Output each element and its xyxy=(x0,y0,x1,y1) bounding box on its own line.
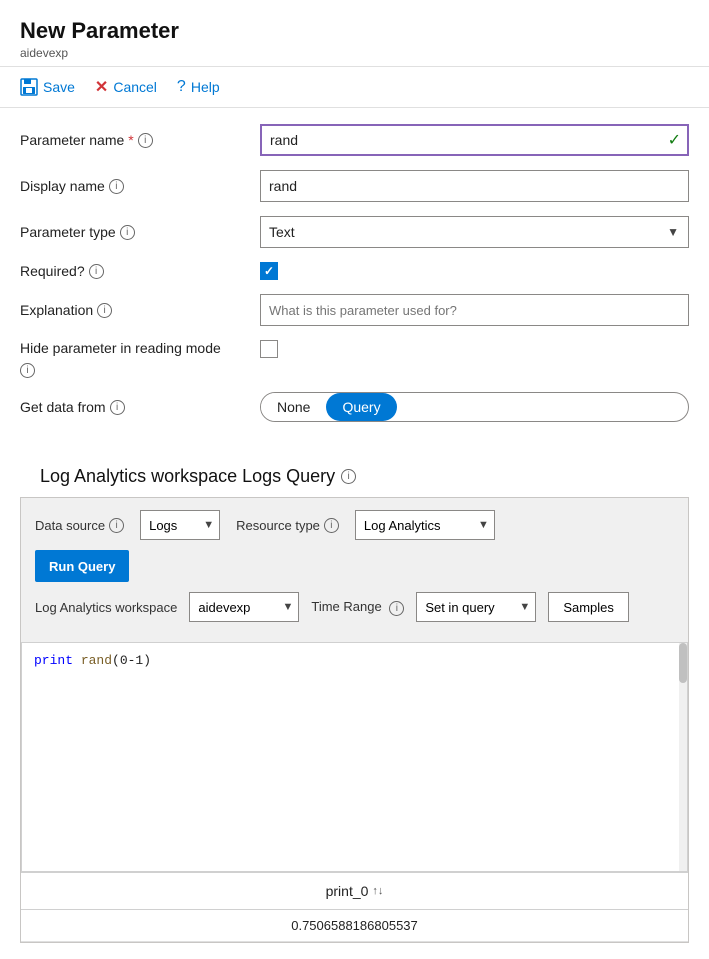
sort-icon[interactable]: ↑↓ xyxy=(372,885,383,897)
required-control xyxy=(260,262,689,280)
header: New Parameter aidevexp xyxy=(0,0,709,67)
save-label: Save xyxy=(43,79,75,95)
code-paren: (0-1) xyxy=(112,653,151,668)
parameter-type-info-icon[interactable]: i xyxy=(120,225,135,240)
resource-type-select-wrap: Log Analytics Application Insights ▼ xyxy=(355,510,495,540)
help-button[interactable]: ? Help xyxy=(177,78,220,96)
time-range-select[interactable]: Set in query Last hour Last 24 hours xyxy=(416,592,536,622)
data-source-select[interactable]: Logs Metrics xyxy=(140,510,220,540)
hide-param-info-icon[interactable]: i xyxy=(20,363,35,378)
la-controls-row1: Data source i Logs Metrics ▼ Resource ty… xyxy=(35,510,674,540)
help-label: Help xyxy=(191,79,220,95)
form-area: Parameter name * i ✓ Display name i xyxy=(0,108,709,458)
page-subtitle: aidevexp xyxy=(20,46,689,60)
parameter-type-label: Parameter type i xyxy=(20,224,260,240)
data-source-select-wrap: Logs Metrics ▼ xyxy=(140,510,220,540)
data-source-label: Data source i xyxy=(35,518,124,533)
parameter-type-select-wrapper: Text Integer Float Boolean DateTime Reso… xyxy=(260,216,689,248)
explanation-control xyxy=(260,294,689,326)
hide-param-label-top: Hide parameter in reading mode xyxy=(20,340,260,356)
required-label: Required? i xyxy=(20,263,260,279)
parameter-type-select[interactable]: Text Integer Float Boolean DateTime Reso… xyxy=(260,216,689,248)
get-data-from-control: None Query xyxy=(260,392,689,422)
display-name-row: Display name i xyxy=(20,170,689,202)
required-info-icon[interactable]: i xyxy=(89,264,104,279)
result-header: print_0 ↑↓ xyxy=(21,873,688,910)
log-analytics-title: Log Analytics workspace Logs Query i xyxy=(20,458,689,497)
explanation-input[interactable] xyxy=(260,294,689,326)
time-range-select-wrap: Set in query Last hour Last 24 hours ▼ xyxy=(416,592,536,622)
code-function: rand xyxy=(81,653,112,668)
hide-param-checkbox[interactable] xyxy=(260,340,278,358)
parameter-name-control: ✓ xyxy=(260,124,689,156)
page-container: New Parameter aidevexp Save ✕ Cancel ? H… xyxy=(0,0,709,959)
code-editor[interactable]: print rand(0-1) xyxy=(21,642,688,872)
parameter-name-label: Parameter name * i xyxy=(20,132,260,148)
parameter-name-input-wrapper: ✓ xyxy=(260,124,689,156)
display-name-control xyxy=(260,170,689,202)
time-range-info-icon[interactable]: i xyxy=(389,601,404,616)
display-name-info-icon[interactable]: i xyxy=(109,179,124,194)
toggle-query-button[interactable]: Query xyxy=(326,393,396,421)
explanation-row: Explanation i xyxy=(20,294,689,326)
resource-type-label: Resource type i xyxy=(236,518,339,533)
code-keyword: print xyxy=(34,653,81,668)
log-analytics-panel: Data source i Logs Metrics ▼ Resource ty… xyxy=(20,497,689,943)
data-source-info-icon[interactable]: i xyxy=(109,518,124,533)
parameter-name-row: Parameter name * i ✓ xyxy=(20,124,689,156)
run-query-row: Run Query xyxy=(35,550,674,582)
result-row: 0.7506588186805537 xyxy=(21,910,688,942)
vertical-scrollbar[interactable] xyxy=(679,643,687,871)
scrollbar-thumb xyxy=(679,643,687,683)
run-query-button[interactable]: Run Query xyxy=(35,550,129,582)
result-table: print_0 ↑↓ 0.7506588186805537 xyxy=(21,872,688,942)
workspace-label: Log Analytics workspace xyxy=(35,600,177,615)
cancel-button[interactable]: ✕ Cancel xyxy=(95,77,157,97)
time-range-label: Time Range i xyxy=(311,599,404,616)
hide-param-label: Hide parameter in reading mode i xyxy=(20,340,260,378)
la-inner: Data source i Logs Metrics ▼ Resource ty… xyxy=(21,498,688,642)
required-checkbox[interactable] xyxy=(260,262,278,280)
parameter-type-control: Text Integer Float Boolean DateTime Reso… xyxy=(260,216,689,248)
toggle-group: None Query xyxy=(260,392,689,422)
save-icon xyxy=(20,78,38,96)
get-data-info-icon[interactable]: i xyxy=(110,400,125,415)
help-icon: ? xyxy=(177,78,186,96)
valid-check-icon: ✓ xyxy=(668,130,681,150)
resource-type-info-icon[interactable]: i xyxy=(324,518,339,533)
explanation-info-icon[interactable]: i xyxy=(97,303,112,318)
la-row2: Log Analytics workspace aidevexp ▼ Time … xyxy=(35,592,674,622)
display-name-label: Display name i xyxy=(20,178,260,194)
toolbar: Save ✕ Cancel ? Help xyxy=(0,67,709,108)
cancel-label: Cancel xyxy=(113,79,157,95)
la-title-info-icon[interactable]: i xyxy=(341,469,356,484)
result-column-name: print_0 xyxy=(326,883,369,899)
required-star: * xyxy=(128,132,133,148)
parameter-type-row: Parameter type i Text Integer Float Bool… xyxy=(20,216,689,248)
get-data-from-label: Get data from i xyxy=(20,399,260,415)
code-line: print rand(0-1) xyxy=(34,653,675,668)
hide-param-control xyxy=(260,340,689,358)
required-row: Required? i xyxy=(20,262,689,280)
resource-type-select[interactable]: Log Analytics Application Insights xyxy=(355,510,495,540)
cancel-icon: ✕ xyxy=(95,77,108,97)
save-button[interactable]: Save xyxy=(20,78,75,96)
hide-param-row: Hide parameter in reading mode i xyxy=(20,340,689,378)
toggle-none-button[interactable]: None xyxy=(261,393,326,421)
page-title: New Parameter xyxy=(20,18,689,44)
workspace-select[interactable]: aidevexp xyxy=(189,592,299,622)
explanation-label: Explanation i xyxy=(20,302,260,318)
parameter-name-input[interactable] xyxy=(260,124,689,156)
result-value: 0.7506588186805537 xyxy=(291,918,418,933)
samples-button[interactable]: Samples xyxy=(548,592,629,622)
display-name-input[interactable] xyxy=(260,170,689,202)
parameter-name-info-icon[interactable]: i xyxy=(138,133,153,148)
get-data-from-row: Get data from i None Query xyxy=(20,392,689,422)
workspace-select-wrap: aidevexp ▼ xyxy=(189,592,299,622)
log-analytics-container: Log Analytics workspace Logs Query i Dat… xyxy=(0,458,709,959)
